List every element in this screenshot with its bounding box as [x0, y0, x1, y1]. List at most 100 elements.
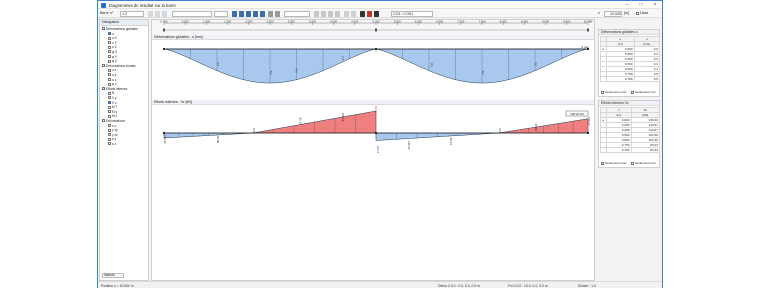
navigator-item[interactable]: κ z [108, 142, 116, 147]
values-button[interactable]: Valeurs [102, 273, 124, 278]
result-combo-select[interactable]: CO1 / COS1 [391, 10, 433, 17]
item-checkbox[interactable] [108, 82, 111, 86]
item-checkbox[interactable] [108, 100, 111, 104]
ruler-tick-label: 4.000 [330, 20, 337, 23]
ruler-tick-label: 1.500 [224, 20, 231, 23]
item-checkbox[interactable] [108, 105, 111, 109]
deformation-table-panel: Déformations globales u xu [m] [mm] ▸ 0.00… [598, 29, 661, 97]
x-position-input[interactable]: 10.000 [604, 10, 622, 17]
ruler-tick-label: 4.500 [351, 20, 358, 23]
navigator-item[interactable]: Efforts internes [102, 87, 127, 92]
item-checkbox[interactable] [108, 59, 111, 63]
force-only-min-checkbox[interactable]: Seulement min [631, 161, 656, 165]
item-checkbox[interactable] [102, 119, 105, 123]
previous-icon[interactable] [148, 10, 153, 17]
ruler-tick-label: 3.500 [309, 20, 316, 23]
item-checkbox[interactable] [108, 91, 111, 95]
print-icon[interactable] [360, 10, 365, 17]
pan-icon[interactable] [260, 10, 265, 17]
item-checkbox[interactable] [108, 68, 111, 72]
back-icon[interactable] [321, 10, 326, 17]
ruler-tick-label: 6.000 [415, 20, 422, 23]
navigator-title: Navigateur [100, 20, 148, 26]
values-icon[interactable] [351, 10, 356, 17]
data-label: 5.2 [481, 71, 485, 75]
item-checkbox[interactable] [102, 27, 105, 31]
item-checkbox[interactable] [108, 110, 111, 114]
deform-only-min-checkbox[interactable]: Seulement min [631, 90, 656, 94]
position-ruler: 0.000 0.500 1.000 1.500 2.000 2.500 3.000 3.500… [152, 20, 594, 35]
item-label: u z [112, 77, 117, 82]
item-checkbox[interactable] [108, 73, 111, 77]
item-label: γ xy [112, 128, 118, 133]
zoom-window-icon[interactable] [253, 10, 258, 17]
node-marker [586, 131, 590, 135]
forward-icon[interactable] [328, 10, 333, 17]
item-checkbox[interactable] [108, 123, 111, 127]
data-label: 0.00 [498, 128, 502, 134]
item-checkbox[interactable] [108, 142, 111, 146]
item-checkbox[interactable] [108, 36, 111, 40]
internal-force-diagram: -136.20 -66.58 0.00 82.12 158.19 210.3 -204.4 -… [162, 106, 591, 153]
zoom-in-icon[interactable] [239, 10, 244, 17]
node-marker [374, 131, 378, 135]
last-icon[interactable] [335, 10, 340, 17]
data-label: 136.20 [587, 117, 591, 126]
load-case-select[interactable] [172, 10, 212, 17]
table-icon[interactable] [344, 10, 349, 17]
deformation-table: xu [m] [mm] ▸ 0.000 0.0 0.250 0.2 0.250 0.2 0.50… [600, 36, 661, 82]
minimize-button[interactable]: – [620, 1, 634, 9]
x-unit: [m] [624, 11, 629, 16]
cell-x: 0.750 [606, 147, 632, 153]
item-checkbox[interactable] [108, 114, 111, 118]
close-button[interactable]: × [648, 1, 662, 9]
ruler-tick-label: 9.000 [542, 20, 549, 23]
item-checkbox[interactable] [108, 31, 111, 35]
export-icon[interactable] [367, 10, 372, 17]
item-label: φ X [112, 50, 118, 54]
item-label: M T [112, 105, 118, 110]
item-checkbox[interactable] [108, 45, 111, 49]
zoom-all-icon[interactable] [232, 10, 237, 17]
camera-icon[interactable] [374, 10, 379, 17]
deform-only-max-checkbox[interactable]: Seulement max [601, 90, 627, 94]
item-checkbox[interactable] [102, 64, 105, 68]
force-only-max-checkbox[interactable]: Seulement max [601, 161, 627, 165]
ruler-tick-label: 0.000 [161, 20, 168, 23]
settings-icon[interactable] [275, 10, 280, 17]
ruler-tick-label: 7.000 [457, 20, 464, 23]
item-checkbox[interactable] [108, 133, 111, 137]
item-label: κ y [112, 137, 117, 142]
item-label: φ Y [112, 54, 118, 59]
ruler-tick-label: 5.500 [394, 20, 401, 23]
view-select[interactable] [284, 10, 310, 17]
item-label: γ xz [112, 132, 118, 137]
maximize-button[interactable]: □ [634, 1, 648, 9]
item-checkbox[interactable] [108, 77, 111, 81]
window-title: Diagrammes de résultat sur la barre [109, 2, 176, 8]
data-label: 210.3 [374, 106, 378, 113]
item-checkbox[interactable] [108, 54, 111, 58]
item-checkbox[interactable] [108, 50, 111, 54]
filter-icon[interactable] [268, 10, 273, 17]
unit-select[interactable] [214, 10, 228, 17]
force-table-row[interactable]: 0.750 83.23 [600, 147, 661, 153]
item-checkbox[interactable] [108, 96, 111, 100]
first-icon[interactable] [314, 10, 319, 17]
item-checkbox[interactable] [108, 128, 111, 132]
data-label: 0.00 [252, 128, 256, 134]
refresh-icon[interactable] [162, 10, 167, 17]
member-select[interactable]: 1,2 [120, 10, 144, 17]
ruler-tick-label: 1.000 [203, 20, 210, 23]
deform-table-row[interactable]: 0.750 0.5 [600, 76, 661, 82]
zoom-out-icon[interactable] [246, 10, 251, 17]
data-label: 158.19 [341, 113, 345, 122]
item-checkbox[interactable] [102, 87, 105, 91]
item-checkbox[interactable] [108, 41, 111, 45]
result-diagram-window: Diagrammes de résultat sur la barre – □ … [97, 0, 663, 288]
next-icon[interactable] [155, 10, 160, 17]
smooth-checkbox[interactable]: Lissé [636, 11, 648, 15]
item-label: V z [112, 100, 117, 105]
item-label: M y [112, 109, 118, 114]
item-checkbox[interactable] [108, 137, 111, 141]
